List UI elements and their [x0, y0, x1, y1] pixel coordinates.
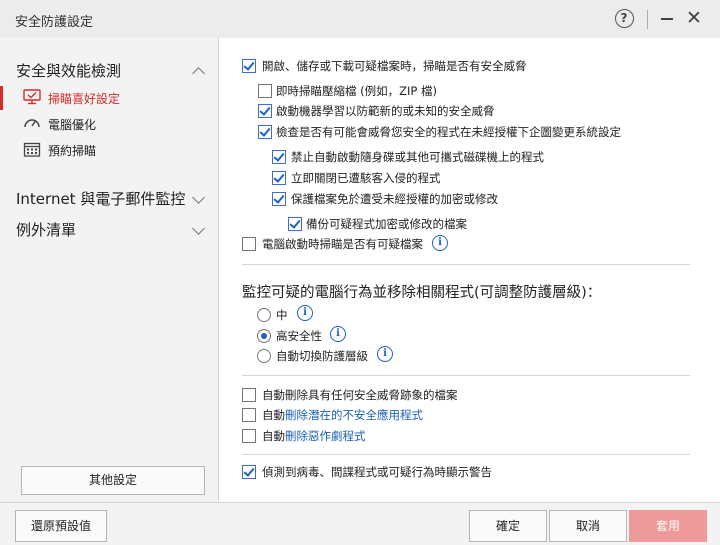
titlebar-divider — [647, 10, 648, 29]
label-protect-files: 保護檔案免於遭受未經授權的加密或修改 — [291, 192, 498, 206]
sidebar-item-label: 掃瞄喜好設定 — [48, 92, 121, 106]
minimize-icon — [661, 18, 673, 20]
checkbox-machine-learning[interactable] — [258, 104, 272, 118]
radio-medium[interactable] — [257, 308, 271, 322]
label-delete-joke-programs: 自動刪除惡作劇程式 — [262, 428, 366, 444]
info-icon[interactable]: i — [432, 235, 448, 251]
checkbox-scan-on-open[interactable] — [242, 59, 256, 73]
checkbox-protect-files[interactable] — [272, 192, 286, 206]
divider — [242, 454, 690, 455]
info-icon[interactable]: i — [377, 346, 393, 362]
active-indicator — [0, 86, 3, 110]
sidebar-item-label: 電腦優化 — [48, 118, 97, 132]
sidebar: 安全與效能檢測 掃瞄喜好設定 電腦優化 預約掃瞄 Internet 與電子郵件監… — [0, 38, 219, 502]
label-auto-level: 自動切換防護層級 — [276, 349, 368, 363]
window-title: 安全防護設定 — [15, 15, 94, 30]
sidebar-item-label: 預約掃瞄 — [48, 144, 97, 158]
divider — [242, 375, 690, 376]
close-icon: ✕ — [686, 7, 702, 29]
sidebar-item-scheduled-scan[interactable]: 預約掃瞄 — [0, 140, 218, 160]
help-button[interactable]: ? — [613, 7, 635, 31]
section-exceptions[interactable]: 例外清單 — [16, 219, 76, 240]
restore-defaults-button[interactable]: 還原預設值 — [15, 510, 107, 542]
radio-auto-level[interactable] — [257, 349, 271, 363]
checkbox-block-autorun[interactable] — [272, 150, 286, 164]
apply-button[interactable]: 套用 — [629, 510, 707, 542]
label-close-hacked-programs: 立即關閉已遭駭客入侵的程式 — [291, 171, 441, 185]
checkbox-scan-archives[interactable] — [258, 84, 272, 98]
chevron-up-icon[interactable] — [192, 67, 205, 80]
scrollbar[interactable] — [706, 40, 714, 500]
label-high-security: 高安全性 — [276, 329, 322, 343]
info-icon[interactable]: i — [330, 326, 346, 342]
minimize-button[interactable] — [658, 7, 676, 31]
label-scan-archives: 即時掃瞄壓縮檔 (例如，ZIP 檔) — [276, 84, 437, 98]
divider — [242, 264, 690, 265]
monitor-behavior-heading: 監控可疑的電腦行為並移除相關程式(可調整防護層級)： — [242, 285, 602, 301]
info-icon[interactable]: i — [297, 305, 313, 321]
calendar-icon — [23, 142, 41, 157]
section-internet-email[interactable]: Internet 與電子郵件監控 — [16, 188, 185, 209]
label-show-warning: 偵測到病毒、間諜程式或可疑行為時顯示警告 — [262, 465, 492, 479]
label-check-system-changes: 檢查是否有可能會威脅您安全的程式在未經授權下企圖變更系統設定 — [276, 125, 621, 139]
label-delete-joke-prefix: 自動 — [262, 429, 285, 443]
label-machine-learning: 啟動機器學習以防範新的或未知的安全威脅 — [276, 104, 495, 118]
checkbox-delete-pua[interactable] — [242, 408, 256, 422]
checkbox-delete-joke-programs[interactable] — [242, 429, 256, 443]
monitor-scan-icon — [23, 89, 41, 105]
label-delete-pua-prefix: 自動 — [262, 408, 285, 422]
link-potentially-unsafe-apps[interactable]: 刪除潛在的不安全應用程式 — [285, 408, 423, 422]
label-medium: 中 — [276, 308, 288, 322]
link-joke-programs[interactable]: 刪除惡作劇程式 — [285, 429, 366, 443]
sidebar-item-scan-preferences[interactable]: 掃瞄喜好設定 — [0, 86, 218, 110]
radio-high-security[interactable] — [257, 329, 271, 343]
more-settings-button[interactable]: 其他設定 — [21, 466, 205, 495]
gauge-icon — [24, 119, 40, 128]
label-block-autorun: 禁止自動啟動隨身碟或其他可攜式磁碟機上的程式 — [291, 150, 544, 164]
section-security-performance[interactable]: 安全與效能檢測 — [16, 60, 121, 81]
ok-button[interactable]: 確定 — [469, 510, 547, 542]
label-backup-files: 備份可疑程式加密或修改的檔案 — [306, 217, 467, 231]
label-scan-on-open: 開啟、儲存或下載可疑檔案時，掃瞄是否有安全威脅 — [262, 59, 527, 73]
checkbox-show-warning[interactable] — [242, 465, 256, 479]
checkbox-check-system-changes[interactable] — [258, 125, 272, 139]
label-delete-threat-files: 自動刪除具有任何安全威脅跡象的檔案 — [262, 388, 458, 402]
checkbox-backup-files[interactable] — [288, 217, 302, 231]
label-scan-on-startup: 電腦啟動時掃瞄是否有可疑檔案 — [262, 237, 423, 251]
chevron-down-icon[interactable] — [192, 222, 205, 235]
sidebar-item-pc-tuneup[interactable]: 電腦優化 — [0, 114, 218, 134]
checkbox-scan-on-startup[interactable] — [242, 237, 256, 251]
cancel-button[interactable]: 取消 — [549, 510, 627, 542]
close-button[interactable]: ✕ — [683, 7, 705, 31]
label-delete-pua: 自動刪除潛在的不安全應用程式 — [262, 407, 423, 423]
title-bar: 安全防護設定 ? ✕ — [0, 0, 720, 38]
checkbox-close-hacked-programs[interactable] — [272, 171, 286, 185]
checkbox-delete-threat-files[interactable] — [242, 388, 256, 402]
chevron-down-icon[interactable] — [192, 191, 205, 204]
help-icon: ? — [614, 9, 634, 28]
